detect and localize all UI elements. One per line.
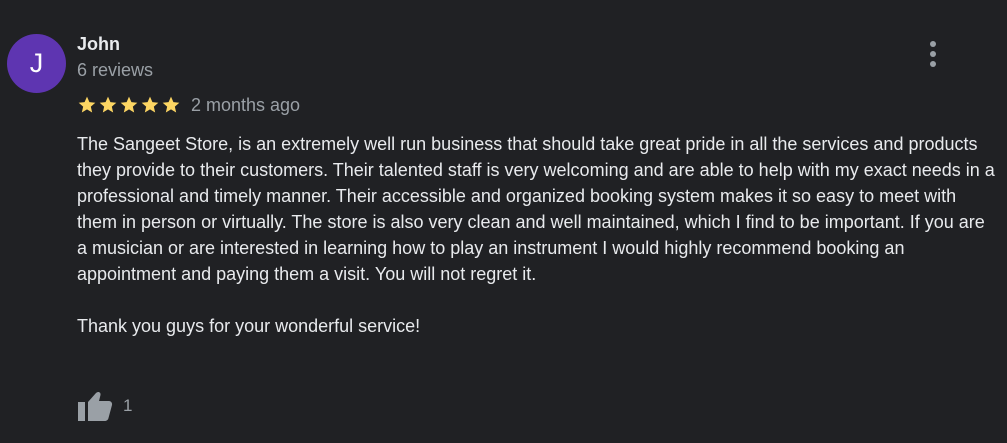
star-icon [120, 96, 138, 113]
review-date: 2 months ago [191, 94, 301, 115]
rating-row: 2 months ago [77, 94, 300, 116]
thumbs-up-icon [78, 391, 113, 421]
star-rating [77, 95, 181, 115]
star-icon [141, 96, 159, 113]
star-icon [162, 96, 180, 113]
star-icon [78, 96, 96, 113]
like-count: 1 [123, 396, 133, 415]
review-paragraph: Thank you guys for your wonderful servic… [77, 316, 421, 336]
review-paragraph: The Sangeet Store, is an extremely well … [77, 134, 995, 284]
like-button[interactable]: 1 [77, 390, 132, 422]
author-name[interactable]: John [77, 34, 120, 55]
review-card: J John 6 reviews 2 months ago The Sangee… [0, 0, 1007, 443]
more-vertical-icon [930, 41, 936, 67]
author-review-count[interactable]: 6 reviews [77, 60, 153, 81]
star-icon [99, 96, 117, 113]
review-text: The Sangeet Store, is an extremely well … [77, 131, 997, 339]
more-options-button[interactable] [918, 38, 948, 70]
avatar[interactable]: J [7, 34, 66, 93]
